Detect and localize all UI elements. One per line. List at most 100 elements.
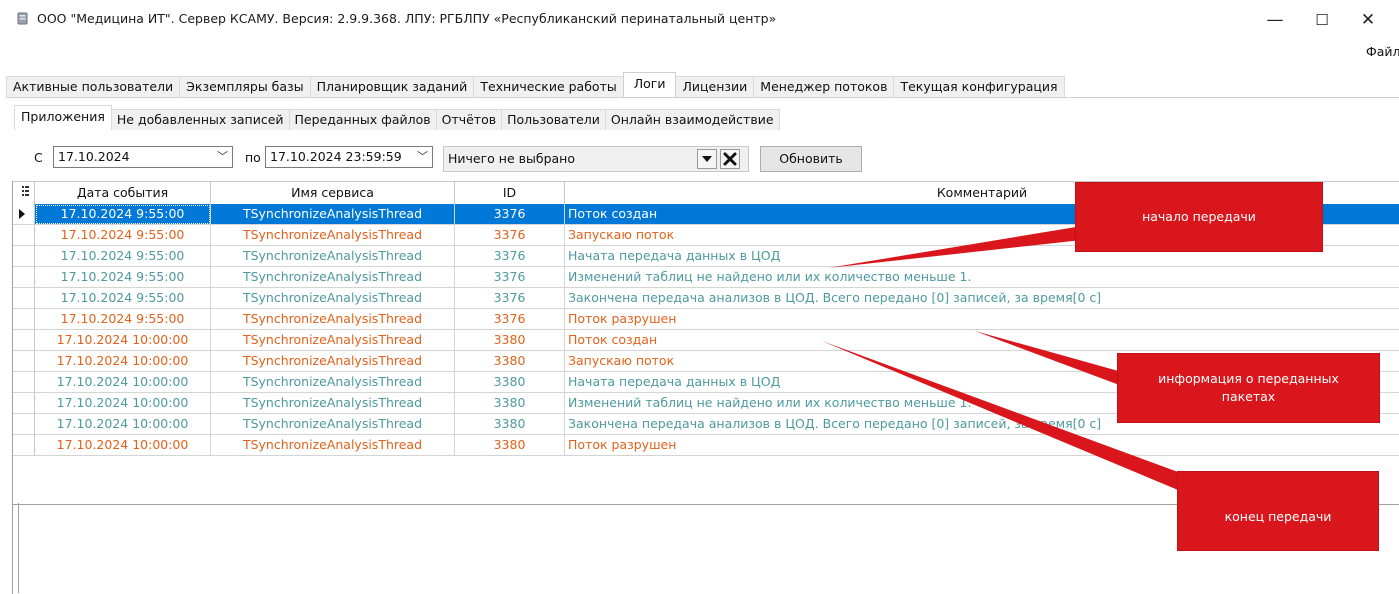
clear-x-icon[interactable]: [720, 149, 740, 169]
cell-date[interactable]: 17.10.2024 9:55:00: [35, 246, 211, 267]
cell-date[interactable]: 17.10.2024 9:55:00: [35, 288, 211, 309]
cell-comment[interactable]: Поток разрушен: [565, 309, 1399, 330]
cell-date[interactable]: 17.10.2024 10:00:00: [35, 330, 211, 351]
column-header-id[interactable]: ID: [455, 182, 565, 204]
cell-comment[interactable]: Изменений таблиц не найдено или их колич…: [565, 267, 1399, 288]
table-row[interactable]: 17.10.2024 9:55:00 TSynchronizeAnalysisTh…: [13, 288, 1399, 309]
tab-6[interactable]: Менеджер потоков: [753, 76, 895, 97]
table-row[interactable]: 17.10.2024 9:55:00 TSynchronizeAnalysisTh…: [13, 309, 1399, 330]
cell-id[interactable]: 3380: [455, 414, 565, 435]
row-pointer-icon: [19, 209, 25, 219]
row-indicator[interactable]: [13, 267, 35, 288]
cell-comment[interactable]: Поток разрушен: [565, 435, 1399, 456]
cell-date[interactable]: 17.10.2024 9:55:00: [35, 309, 211, 330]
annotation-start: начало передачи: [1076, 183, 1322, 251]
cell-id[interactable]: 3376: [455, 309, 565, 330]
close-button[interactable]: ✕: [1348, 6, 1388, 34]
dropdown-arrow-icon[interactable]: [697, 149, 717, 169]
cell-service[interactable]: TSynchronizeAnalysisThread: [211, 309, 455, 330]
tab-4[interactable]: Логи: [622, 72, 677, 97]
sub-tab-0[interactable]: Приложения: [14, 105, 112, 130]
cell-id[interactable]: 3380: [455, 330, 565, 351]
maximize-button[interactable]: ☐: [1302, 6, 1342, 34]
cell-service[interactable]: TSynchronizeAnalysisThread: [211, 351, 455, 372]
tab-7[interactable]: Текущая конфигурация: [893, 76, 1065, 97]
cell-id[interactable]: 3376: [455, 225, 565, 246]
row-indicator[interactable]: [13, 330, 35, 351]
app-db-icon: [17, 12, 28, 25]
annotation-end: конец передачи: [1178, 472, 1378, 550]
column-header-date[interactable]: Дата события: [35, 182, 211, 204]
cell-id[interactable]: 3380: [455, 435, 565, 456]
cell-date[interactable]: 17.10.2024 10:00:00: [35, 435, 211, 456]
cell-service[interactable]: TSynchronizeAnalysisThread: [211, 225, 455, 246]
cell-date[interactable]: 17.10.2024 10:00:00: [35, 393, 211, 414]
cell-id[interactable]: 3376: [455, 267, 565, 288]
cell-service[interactable]: TSynchronizeAnalysisThread: [211, 414, 455, 435]
sub-tab-4[interactable]: Пользователи: [501, 109, 606, 130]
cell-id[interactable]: 3376: [455, 246, 565, 267]
row-indicator[interactable]: [13, 351, 35, 372]
cell-service[interactable]: TSynchronizeAnalysisThread: [211, 267, 455, 288]
sub-tab-3[interactable]: Отчётов: [435, 109, 503, 130]
row-indicator[interactable]: [13, 309, 35, 330]
table-row[interactable]: 17.10.2024 10:00:00 TSynchronizeAnalysisT…: [13, 330, 1399, 351]
cell-id[interactable]: 3376: [455, 204, 565, 225]
row-indicator[interactable]: [13, 372, 35, 393]
tab-3[interactable]: Технические работы: [473, 76, 624, 97]
cell-service[interactable]: TSynchronizeAnalysisThread: [211, 246, 455, 267]
service-select-value: Ничего не выбрано: [448, 151, 575, 166]
cell-date[interactable]: 17.10.2024 10:00:00: [35, 351, 211, 372]
tab-2[interactable]: Планировщик заданий: [309, 76, 475, 97]
tab-1[interactable]: Экземпляры базы: [179, 76, 311, 97]
column-header-service[interactable]: Имя сервиса: [211, 182, 455, 204]
tab-0[interactable]: Активные пользователи: [6, 76, 181, 97]
cell-date[interactable]: 17.10.2024 10:00:00: [35, 414, 211, 435]
annotation-info: информация о переданных пакетах: [1118, 354, 1379, 422]
chevron-down-icon[interactable]: ﹀: [217, 147, 228, 167]
cell-service[interactable]: TSynchronizeAnalysisThread: [211, 372, 455, 393]
row-indicator[interactable]: [13, 225, 35, 246]
cell-id[interactable]: 3380: [455, 372, 565, 393]
cell-service[interactable]: TSynchronizeAnalysisThread: [211, 288, 455, 309]
column-chooser-icon[interactable]: [13, 182, 35, 204]
row-indicator[interactable]: [13, 435, 35, 456]
cell-date[interactable]: 17.10.2024 9:55:00: [35, 225, 211, 246]
table-row[interactable]: 17.10.2024 10:00:00 TSynchronizeAnalysisT…: [13, 435, 1399, 456]
chevron-down-icon[interactable]: ﹀: [417, 147, 428, 167]
cell-service[interactable]: TSynchronizeAnalysisThread: [211, 435, 455, 456]
cell-service[interactable]: TSynchronizeAnalysisThread: [211, 330, 455, 351]
row-indicator[interactable]: [13, 246, 35, 267]
cell-date[interactable]: 17.10.2024 9:55:00: [35, 267, 211, 288]
main-tabs: Активные пользователи Экземпляры базы План…: [6, 72, 1065, 97]
refresh-button[interactable]: Обновить: [760, 146, 862, 172]
cell-date[interactable]: 17.10.2024 10:00:00: [35, 372, 211, 393]
sub-tab-1[interactable]: Не добавленных записей: [110, 109, 290, 130]
menu-file[interactable]: Файл: [1366, 44, 1399, 59]
cell-service[interactable]: TSynchronizeAnalysisThread: [211, 204, 455, 225]
table-row[interactable]: 17.10.2024 9:55:00 TSynchronizeAnalysisTh…: [13, 267, 1399, 288]
from-label: С: [34, 150, 43, 165]
row-indicator[interactable]: [13, 204, 35, 225]
cell-comment[interactable]: Закончена передача анализов в ЦОД. Всего…: [565, 288, 1399, 309]
window-title: ООО "Медицина ИТ". Сервер КСАМУ. Версия:…: [37, 11, 777, 26]
row-indicator[interactable]: [13, 393, 35, 414]
log-sub-tabs: Приложения Не добавленных записей Переданн…: [14, 105, 780, 130]
cell-comment[interactable]: Поток создан: [565, 330, 1399, 351]
from-date-picker[interactable]: 17.10.2024 ﹀: [53, 146, 233, 168]
row-indicator[interactable]: [13, 414, 35, 435]
sub-tab-2[interactable]: Переданных файлов: [288, 109, 437, 130]
cell-date[interactable]: 17.10.2024 9:55:00: [35, 204, 211, 225]
cell-id[interactable]: 3380: [455, 351, 565, 372]
tab-5[interactable]: Лицензии: [675, 76, 755, 97]
row-indicator[interactable]: [13, 288, 35, 309]
to-label: по: [245, 150, 261, 165]
cell-service[interactable]: TSynchronizeAnalysisThread: [211, 393, 455, 414]
cell-id[interactable]: 3380: [455, 393, 565, 414]
to-date-picker[interactable]: 17.10.2024 23:59:59 ﹀: [265, 146, 433, 168]
cell-id[interactable]: 3376: [455, 288, 565, 309]
minimize-button[interactable]: —: [1255, 6, 1295, 34]
to-date-value: 17.10.2024 23:59:59: [270, 149, 402, 164]
sub-tab-5[interactable]: Онлайн взаимодействие: [604, 109, 780, 130]
grid-border: [18, 503, 19, 593]
